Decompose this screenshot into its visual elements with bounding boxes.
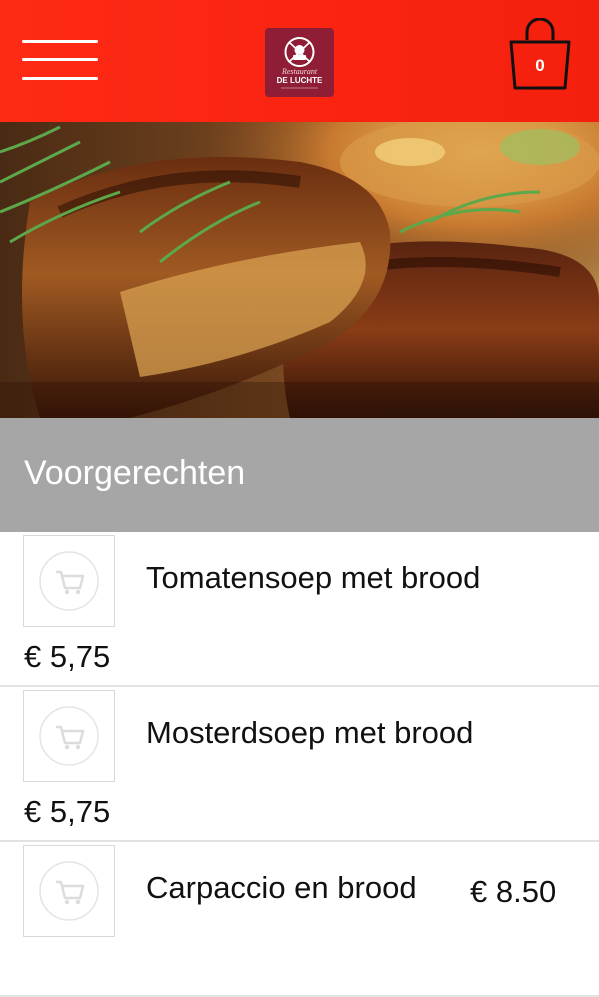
item-price: € 8.50 <box>470 874 557 909</box>
menu-item[interactable]: Mosterdsoep met brood € 5,75 <box>0 687 599 842</box>
item-thumbnail[interactable] <box>23 845 115 937</box>
item-name: Carpaccio en brood <box>146 870 417 905</box>
item-thumbnail[interactable] <box>23 690 115 782</box>
restaurant-logo[interactable]: Restaurant DE LUCHTE <box>265 28 334 97</box>
cart-count-badge: 0 <box>535 56 545 75</box>
app-header: Restaurant DE LUCHTE 0 <box>0 0 599 122</box>
menu-item[interactable]: Tomatensoep met brood € 5,75 <box>0 532 599 687</box>
category-header: Voorgerechten <box>0 418 599 532</box>
menu-button[interactable] <box>22 38 98 82</box>
cart-button[interactable]: 0 <box>507 17 573 90</box>
category-title: Voorgerechten <box>24 454 246 492</box>
item-price: € 5,75 <box>24 639 111 674</box>
restaurant-logo-icon: Restaurant DE LUCHTE <box>277 37 323 89</box>
hero-image <box>0 122 599 418</box>
cart-icon <box>39 861 99 921</box>
shopping-bag-icon <box>509 17 571 90</box>
menu-item-list: Tomatensoep met brood € 5,75 Mosterdsoep… <box>0 532 599 997</box>
menu-item[interactable]: Carpaccio en brood € 8.50 <box>0 842 599 997</box>
item-thumbnail[interactable] <box>23 535 115 627</box>
svg-text:Restaurant: Restaurant <box>281 67 318 76</box>
item-name: Tomatensoep met brood <box>146 560 481 595</box>
cart-icon <box>39 551 99 611</box>
logo-text: DE LUCHTE <box>277 76 323 85</box>
item-price: € 5,75 <box>24 794 111 829</box>
item-name: Mosterdsoep met brood <box>146 715 474 750</box>
cart-icon <box>39 706 99 766</box>
